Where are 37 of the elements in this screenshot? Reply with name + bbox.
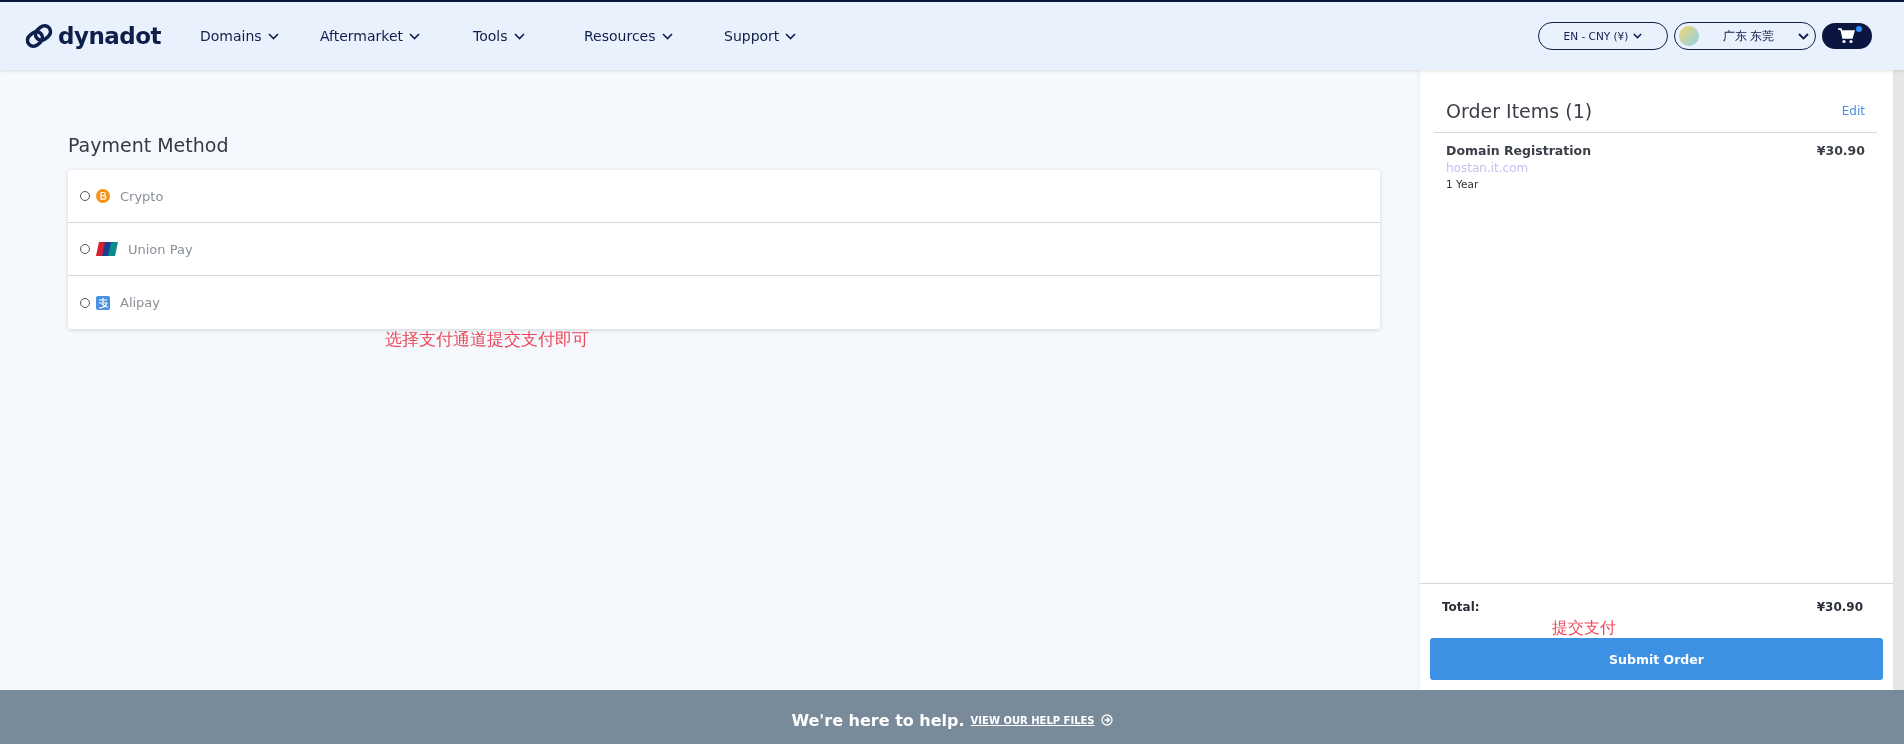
nav-menu[interactable]: Tools (473, 28, 584, 44)
card-logo-icon (96, 242, 118, 256)
chevron-down-icon (513, 32, 525, 40)
nav-menu[interactable]: Support (724, 28, 797, 44)
total-amount: ¥30.90 (1816, 600, 1863, 614)
chevron-down-icon (785, 32, 797, 40)
nav-menu[interactable]: Domains (200, 28, 320, 44)
payment-option-label: Union Pay (128, 241, 193, 257)
chevron-down-icon (267, 32, 279, 40)
nav-menu[interactable]: Aftermarket (320, 28, 473, 44)
cart-icon (1838, 28, 1856, 44)
total-label: Total: (1442, 600, 1480, 614)
item-name: Domain Registration (1446, 143, 1592, 158)
item-term: 1 Year (1446, 178, 1480, 190)
scrollbar[interactable] (1893, 70, 1904, 690)
arrow-circle-icon (1100, 714, 1113, 726)
payment-option-label: Crypto (120, 188, 164, 204)
payment-option-label: Alipay (120, 295, 161, 310)
alipay-icon (96, 295, 110, 310)
brand-name[interactable]: dynadot (58, 23, 162, 49)
link-logo-icon (24, 21, 54, 51)
chevron-down-icon (1633, 33, 1643, 39)
help-text: We're here to help. (791, 710, 965, 730)
section-title: Payment Method (68, 134, 230, 156)
nav-menu[interactable]: Resources (584, 28, 724, 44)
chevron-down-icon (1798, 32, 1809, 40)
globe-avatar-icon (1679, 26, 1699, 46)
cart-button[interactable] (1822, 23, 1872, 49)
chevron-down-icon (409, 32, 421, 40)
domain-name: hostan.it.com (1446, 161, 1530, 175)
annotation-text: 选择支付通道提交支付即可 (385, 328, 589, 351)
help-files-link[interactable]: VIEW OUR HELP FILES (970, 714, 1095, 726)
item-price: ¥30.90 (1816, 143, 1865, 158)
chevron-down-icon (661, 32, 673, 40)
bitcoin-icon (96, 189, 110, 203)
order-title: Order Items (1) (1446, 100, 1593, 122)
annotation-text: 提交支付 (1552, 618, 1616, 639)
